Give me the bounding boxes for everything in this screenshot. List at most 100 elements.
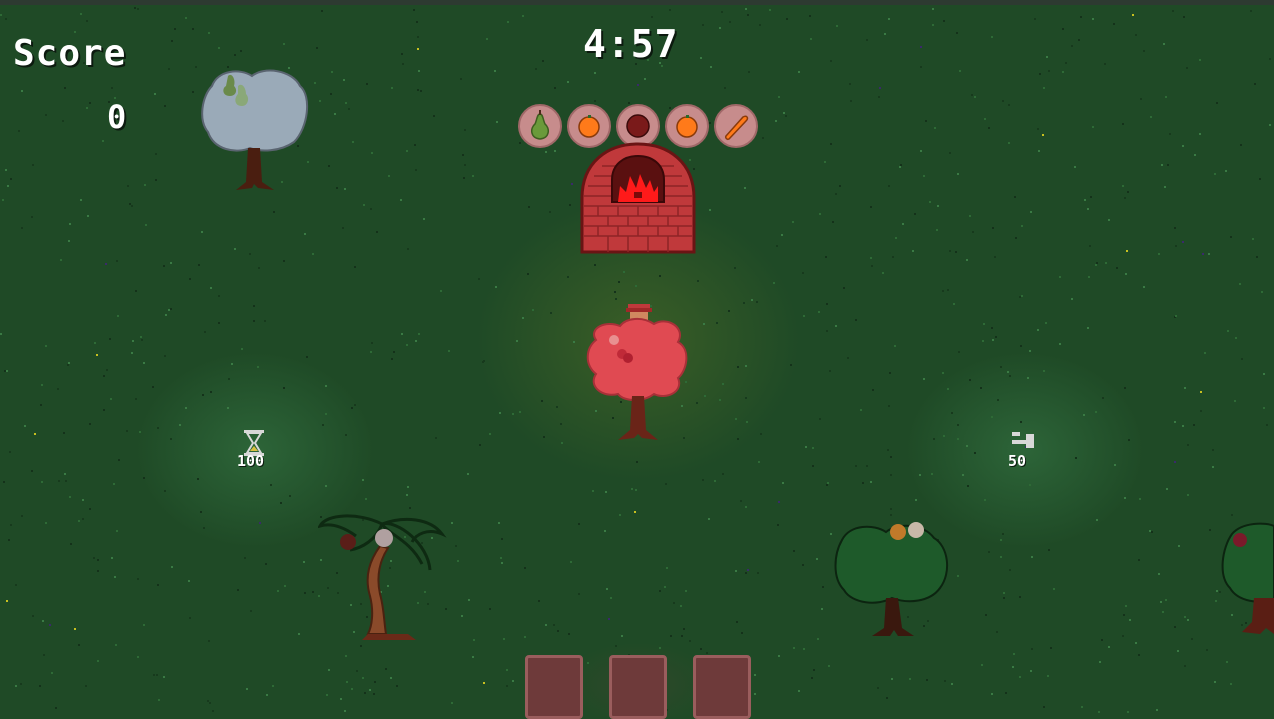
grass-speck [201,231,203,233]
grass-speck [503,638,505,640]
grass-speck [420,90,422,92]
grass-speck [1194,154,1196,156]
grass-speck [407,248,409,250]
grass-speck [32,164,34,166]
grass-speck [519,411,521,413]
grass-speck [1046,56,1048,58]
pear-tree[interactable] [200,66,310,192]
grass-speck [942,290,944,292]
grass-speck [1191,638,1193,640]
grass-speck [156,674,158,676]
grass-speck [947,388,949,390]
grass-speck [1124,497,1126,499]
grass-speck [802,564,804,566]
grass-speck [754,693,756,695]
grass-speck [402,63,404,65]
grass-speck [1209,529,1211,531]
grass-speck [745,8,747,10]
orange-tree[interactable] [834,518,954,640]
grass-speck [991,36,993,38]
grass-speck [673,602,675,604]
grass-speck [435,437,437,439]
grass-speck [985,614,987,616]
inventory-slot-1[interactable] [525,655,583,719]
grass-speck [700,57,702,59]
grass-speck [69,223,71,225]
grass-speck [969,215,971,217]
grass-speck [1182,425,1184,427]
grass-speck [241,348,243,350]
grass-speck [370,351,372,353]
inventory-slot-3[interactable] [693,655,751,719]
grass-speck [82,518,84,520]
grass-speck [388,175,390,177]
grass-speck [391,87,393,89]
grass-speck [203,527,205,529]
grass-speck [635,285,637,287]
grass-speck [983,323,985,325]
grass-speck [1000,556,1002,558]
player-character[interactable] [582,298,694,448]
grass-speck [208,640,210,642]
grass-speck [587,662,589,664]
grass-speck [249,253,251,255]
grass-speck [984,118,986,120]
grass-speck [932,8,934,10]
grass-speck [561,442,563,444]
brick-oven[interactable] [578,140,698,254]
grass-speck [351,407,353,409]
grass-speck [578,593,580,595]
grass-speck [137,656,139,658]
carrot-icon [725,115,749,140]
grass-speck [464,129,466,131]
grass-speck [829,370,831,372]
grass-speck [969,379,971,381]
grass-speck [472,656,474,658]
grass-speck [1009,569,1011,571]
grass-speck [822,586,824,588]
grass-speck [506,685,508,687]
grass-speck [1175,245,1177,247]
grass-speck [1122,635,1124,637]
grass-speck [343,79,345,81]
grass-speck [549,211,551,213]
grass-speck [322,424,324,426]
grass-speck [821,608,823,610]
grass-speck [304,592,306,594]
grass-speck [1166,488,1168,490]
apple-tree[interactable] [1216,518,1274,640]
grass-speck [303,561,305,563]
grass-speck [1124,387,1126,389]
grass-speck [895,237,897,239]
grass-speck [43,654,45,656]
inventory-slot-2[interactable] [609,655,667,719]
grass-speck [1047,675,1049,677]
grass-speck [1187,619,1189,621]
grass-speck [1002,533,1004,535]
grass-speck [1014,196,1016,198]
grass-speck [1084,199,1086,201]
grass-speck [423,218,425,220]
grass-speck [153,674,155,676]
grass-speck [1156,709,1158,711]
grass-speck [1125,605,1127,607]
grass-speck [360,645,362,647]
grass-speck [117,315,119,317]
grass-speck [451,702,453,704]
grass-speck [920,46,922,48]
grass-speck [915,499,917,501]
grass-speck [218,47,220,49]
grass-speck [105,263,107,265]
grass-speck [340,698,342,700]
grass-speck [1030,670,1032,672]
grass-speck [1008,142,1010,144]
grass-speck [556,406,558,408]
palm-tree[interactable] [318,510,448,642]
grass-speck [362,677,364,679]
pear-icon [530,110,550,140]
grass-speck [57,388,59,390]
grass-speck [951,683,953,685]
grass-speck [1182,145,1184,147]
grass-speck [1127,191,1129,193]
grass-speck [326,694,328,696]
